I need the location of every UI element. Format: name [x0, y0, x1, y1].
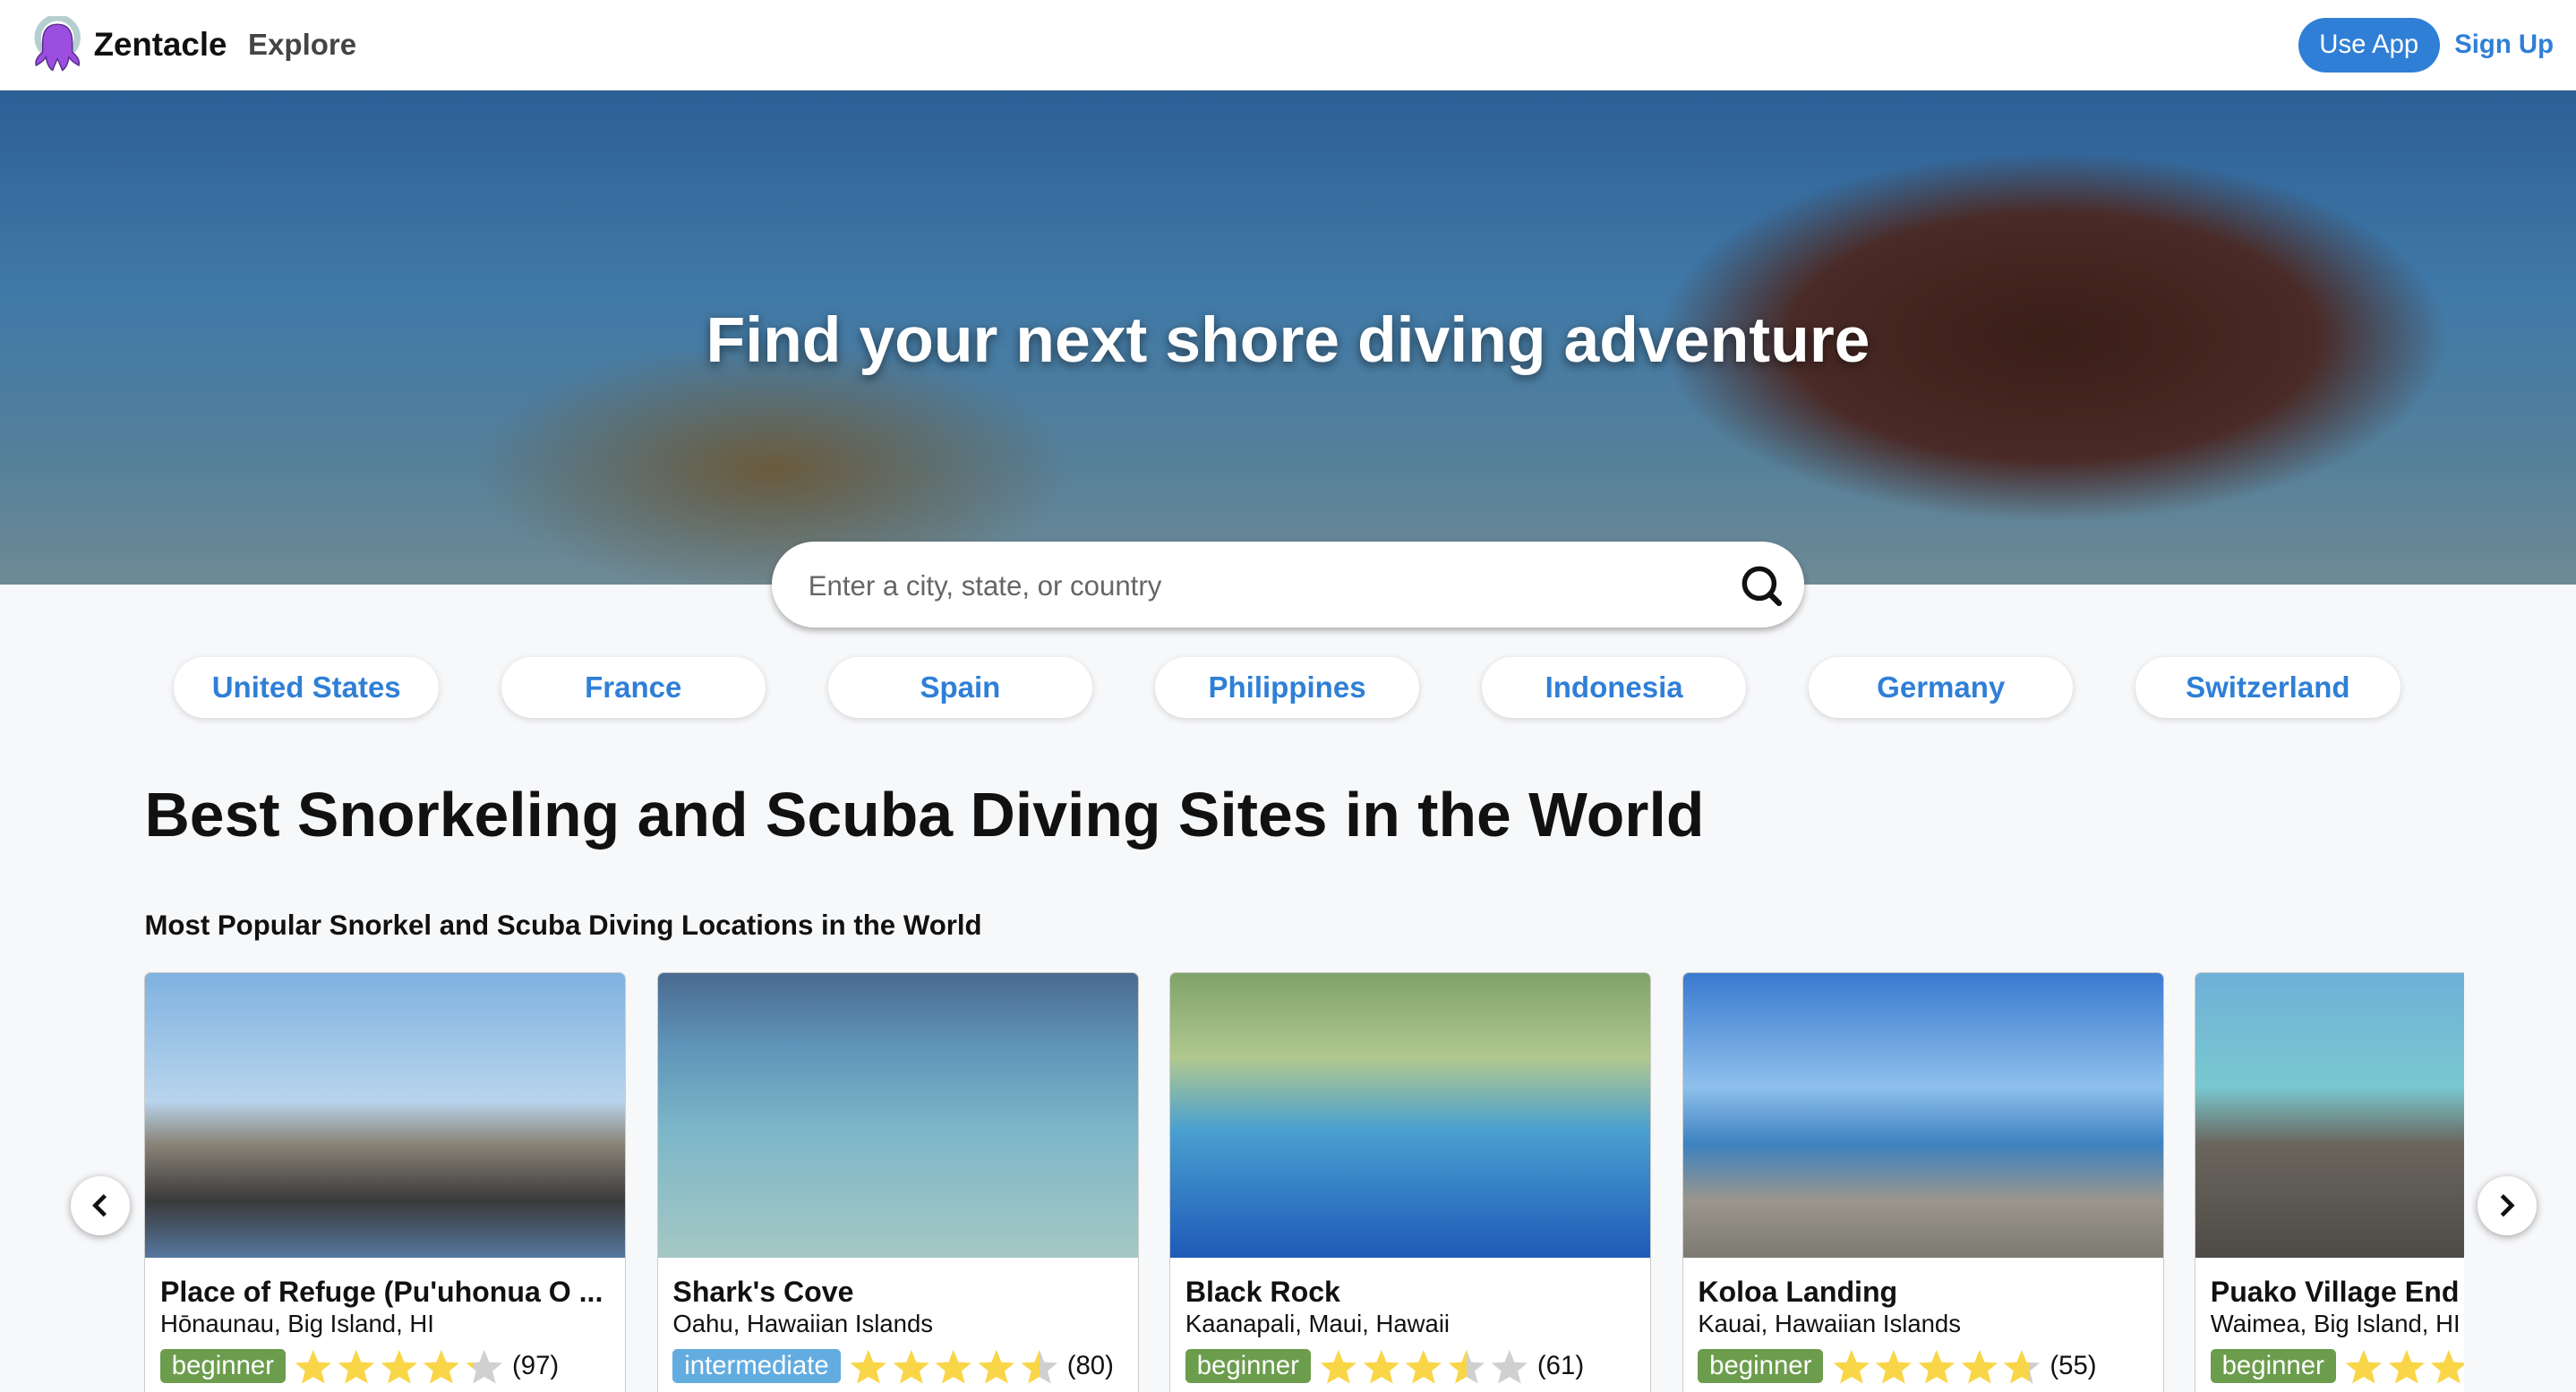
section-subheading: Most Popular Snorkel and Scuba Diving Lo… — [144, 909, 982, 942]
star-icon — [1491, 1349, 1528, 1383]
star-icon — [850, 1349, 886, 1383]
site-location: Oahu, Hawaiian Islands — [672, 1310, 934, 1338]
star-icon — [1406, 1349, 1442, 1383]
octopus-logo-icon[interactable] — [30, 16, 85, 72]
site-location: Hōnaunau, Big Island, HI — [159, 1310, 434, 1338]
star-icon — [466, 1349, 502, 1383]
site-card[interactable]: Black Rock Kaanapali, Maui, Hawaii begin… — [1169, 972, 1652, 1392]
level-badge: beginner — [1185, 1348, 1311, 1383]
star-icon — [1875, 1349, 1913, 1383]
level-badge: beginner — [2210, 1348, 2336, 1383]
hero-banner: Find your next shore diving adventure — [0, 90, 2576, 585]
site-card[interactable]: Place of Refuge (Pu'uhonua O ... Hōnauna… — [144, 972, 627, 1392]
star-icon — [1833, 1349, 1870, 1383]
country-chip[interactable]: France — [501, 656, 766, 718]
site-photo[interactable] — [2195, 973, 2465, 1258]
site-title[interactable]: Puako Village End — [2211, 1276, 2460, 1309]
site-photo[interactable] — [1170, 973, 1651, 1258]
country-chip[interactable]: United States — [174, 656, 439, 718]
review-count: (55) — [2050, 1350, 2097, 1380]
country-chip[interactable]: Germany — [1809, 656, 2074, 718]
country-chip[interactable]: Philippines — [1154, 656, 1420, 718]
site-card[interactable]: Koloa Landing Kauai, Hawaiian Islands be… — [1682, 972, 2164, 1392]
brand-name[interactable]: Zentacle — [94, 26, 227, 64]
star-icon — [1918, 1349, 1955, 1383]
site-carousel: Place of Refuge (Pu'uhonua O ... Hōnauna… — [144, 972, 2465, 1392]
site-title[interactable]: Place of Refuge (Pu'uhonua O ... — [160, 1276, 603, 1309]
review-count: (61) — [1536, 1350, 1585, 1380]
star-icon — [2004, 1349, 2041, 1383]
level-badge: intermediate — [672, 1348, 841, 1383]
star-icon — [338, 1349, 374, 1383]
site-photo[interactable] — [1682, 973, 2163, 1258]
site-location: Waimea, Big Island, HI — [2210, 1310, 2460, 1338]
level-badge: beginner — [1698, 1348, 1824, 1383]
carousel-next-button[interactable] — [2477, 1175, 2537, 1235]
country-chip[interactable]: Switzerland — [2135, 656, 2401, 718]
rating-stars — [2342, 1348, 2465, 1384]
site-location: Kaanapali, Maui, Hawaii — [1185, 1310, 1451, 1338]
search-bar[interactable] — [772, 542, 1804, 628]
chevron-right-icon — [2500, 1194, 2515, 1217]
star-icon — [2431, 1349, 2465, 1383]
rating-stars — [1830, 1348, 2044, 1384]
sign-up-link[interactable]: Sign Up — [2454, 30, 2554, 60]
star-icon — [1961, 1349, 1998, 1383]
star-icon — [2388, 1349, 2425, 1383]
use-app-button[interactable]: Use App — [2298, 18, 2440, 73]
rating-stars — [847, 1348, 1061, 1384]
site-title[interactable]: Black Rock — [1185, 1276, 1340, 1309]
search-input[interactable] — [805, 561, 1699, 611]
hero-title: Find your next shore diving adventure — [706, 304, 1870, 377]
star-icon — [1363, 1349, 1399, 1383]
site-title[interactable]: Koloa Landing — [1698, 1276, 1897, 1309]
star-icon — [1448, 1349, 1485, 1383]
search-icon[interactable] — [1738, 562, 1784, 608]
section-heading: Best Snorkeling and Scuba Diving Sites i… — [144, 779, 1705, 850]
star-icon — [1320, 1349, 1357, 1383]
star-icon — [295, 1349, 332, 1383]
chevron-left-icon — [92, 1194, 107, 1217]
review-count: (80) — [1066, 1350, 1114, 1380]
star-icon — [978, 1349, 1015, 1383]
star-icon — [935, 1349, 972, 1383]
site-location: Kauai, Hawaiian Islands — [1698, 1310, 1961, 1338]
rating-stars — [292, 1348, 506, 1384]
carousel-prev-button[interactable] — [70, 1175, 130, 1235]
star-icon — [1021, 1349, 1057, 1383]
review-count: (97) — [512, 1350, 560, 1380]
site-title[interactable]: Shark's Cove — [672, 1276, 853, 1309]
star-icon — [381, 1349, 417, 1383]
top-nav: Zentacle Explore Use App Sign Up — [0, 0, 2576, 90]
star-icon — [423, 1349, 460, 1383]
star-icon — [893, 1349, 929, 1383]
nav-explore-link[interactable]: Explore — [248, 28, 356, 62]
country-chip[interactable]: Indonesia — [1481, 656, 1747, 718]
site-photo[interactable] — [657, 973, 1138, 1258]
site-card[interactable]: Shark's Cove Oahu, Hawaiian Islands inte… — [656, 972, 1139, 1392]
star-icon — [2345, 1349, 2383, 1383]
level-badge: beginner — [159, 1348, 286, 1383]
site-card[interactable]: Puako Village End Waimea, Big Island, HI… — [2195, 972, 2465, 1392]
site-photo[interactable] — [145, 973, 626, 1258]
country-chips: United States France Spain Philippines I… — [174, 656, 2401, 718]
country-chip[interactable]: Spain — [827, 656, 1093, 718]
rating-stars — [1317, 1348, 1531, 1384]
